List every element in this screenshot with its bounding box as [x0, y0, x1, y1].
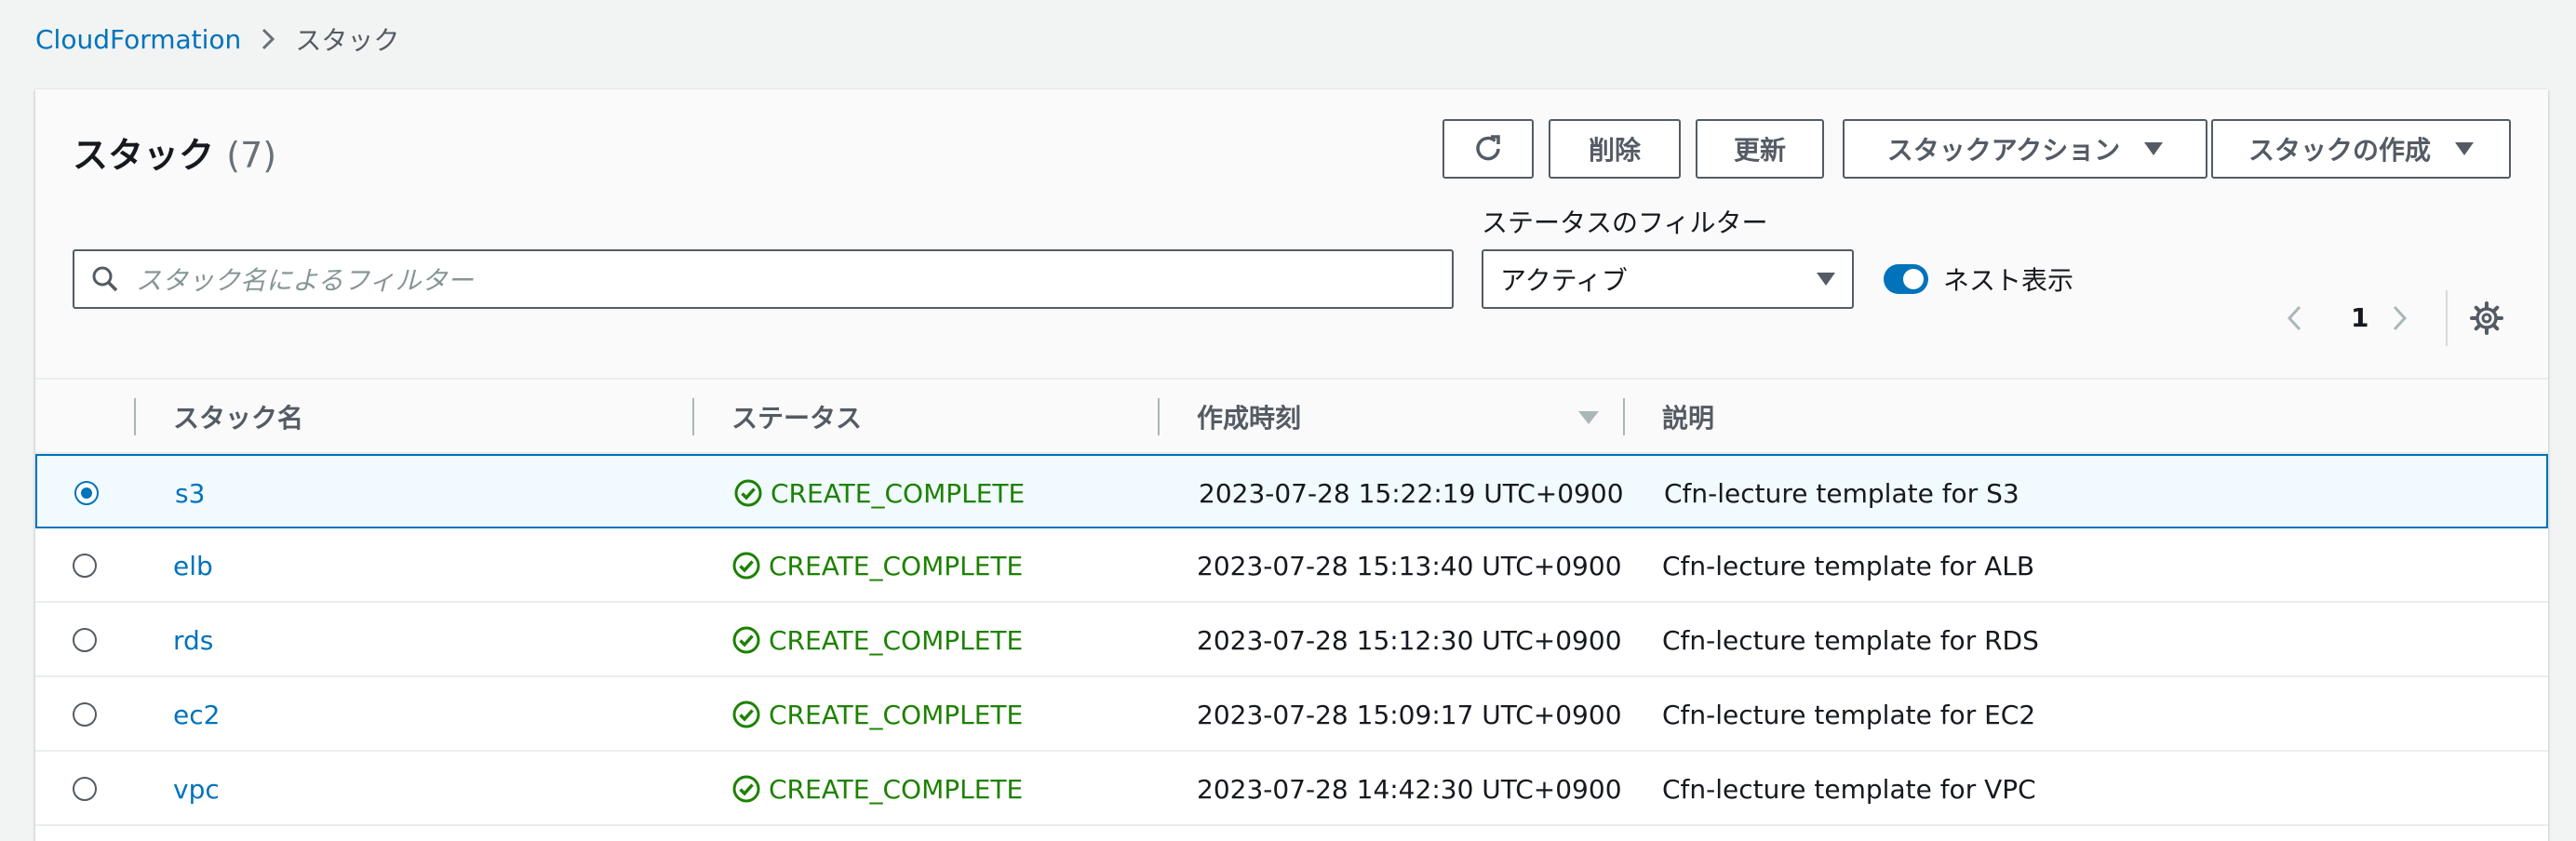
status-filter-select[interactable]: アクティブ	[1482, 249, 1854, 309]
status-success-icon	[732, 626, 760, 654]
row-radio-button[interactable]	[73, 628, 97, 652]
column-header-status[interactable]: ステータス	[731, 380, 862, 454]
stack-name-link[interactable]: ec2	[173, 677, 220, 752]
table-row[interactable]: ec2 CREATE_COMPLETE 2023-07-28 15:09:17 …	[35, 677, 2548, 752]
pagination-current-page[interactable]: 1	[2351, 300, 2368, 337]
search-placeholder: スタック名によるフィルター	[136, 265, 474, 296]
stack-description: Cfn-lecture template for S3	[1664, 477, 2019, 509]
chevron-right-icon[interactable]	[2390, 300, 2410, 340]
chevron-right-icon	[260, 26, 276, 52]
settings-icon[interactable]	[2468, 300, 2505, 340]
stack-description: Cfn-lecture template for EC2	[1662, 699, 2036, 730]
status-badge: CREATE_COMPLETE	[731, 677, 1023, 752]
status-text: CREATE_COMPLETE	[769, 550, 1024, 581]
create-stack-label: スタックの作成	[2247, 136, 2431, 165]
table-row[interactable]: vpc CREATE_COMPLETE 2023-07-28 14:42:30 …	[35, 752, 2548, 826]
stack-description: Cfn-lecture template for ALB	[1662, 550, 2035, 581]
created-time: 2023-07-28 15:22:19 UTC+0900	[1199, 477, 1624, 509]
page-title-text: スタック	[73, 135, 215, 176]
search-input[interactable]: スタック名によるフィルター	[73, 249, 1454, 309]
row-radio-button[interactable]	[73, 777, 97, 801]
sort-descending-icon[interactable]	[1578, 411, 1599, 424]
row-radio-button[interactable]	[73, 702, 97, 727]
status-success-icon	[732, 701, 760, 728]
table-header: スタック名 ステータス 作成時刻 説明	[35, 380, 2548, 454]
table-row[interactable]: elb CREATE_COMPLETE 2023-07-28 15:13:40 …	[35, 528, 2548, 603]
created-time: 2023-07-28 15:13:40 UTC+0900	[1197, 550, 1622, 581]
breadcrumb-cloudformation-link[interactable]: CloudFormation	[35, 24, 241, 55]
status-success-icon	[734, 479, 762, 507]
column-resizer[interactable]	[1623, 398, 1625, 435]
column-resizer[interactable]	[692, 398, 694, 435]
created-time: 2023-07-28 14:42:30 UTC+0900	[1197, 773, 1622, 805]
created-time: 2023-07-28 15:09:17 UTC+0900	[1197, 699, 1622, 730]
stack-name-link[interactable]: vpc	[173, 752, 220, 826]
stack-actions-label: スタックアクション	[1886, 136, 2121, 165]
column-header-stack-name[interactable]: スタック名	[173, 380, 303, 454]
caret-down-icon	[2455, 142, 2474, 155]
status-filter-value: アクティブ	[1500, 265, 1628, 296]
status-success-icon	[732, 552, 760, 580]
panel-header: スタック (7) 削除 更新 スタックアクション スタックの作成 スタック名によ…	[35, 89, 2548, 380]
row-radio-button[interactable]	[74, 481, 99, 505]
status-badge: CREATE_COMPLETE	[733, 456, 1025, 530]
row-radio-button[interactable]	[73, 554, 97, 578]
stack-count: (7)	[226, 135, 277, 176]
status-success-icon	[732, 775, 760, 803]
breadcrumb: CloudFormation スタック	[35, 20, 399, 58]
stack-name-link[interactable]: elb	[173, 528, 213, 603]
status-text: CREATE_COMPLETE	[771, 477, 1026, 509]
divider	[2446, 290, 2448, 346]
stacks-panel: スタック (7) 削除 更新 スタックアクション スタックの作成 スタック名によ…	[35, 89, 2548, 841]
caret-down-icon	[2144, 142, 2164, 155]
table-row[interactable]: s3 CREATE_COMPLETE 2023-07-28 15:22:19 U…	[35, 454, 2548, 528]
toggle-knob	[1903, 269, 1924, 289]
column-header-created-time[interactable]: 作成時刻	[1197, 380, 1301, 454]
column-divider	[134, 398, 136, 435]
nested-view-toggle[interactable]	[1884, 264, 1928, 294]
refresh-icon	[1476, 135, 1500, 161]
caret-down-icon	[1817, 273, 1835, 286]
create-stack-button[interactable]: スタックの作成	[2211, 119, 2511, 179]
status-badge: CREATE_COMPLETE	[731, 603, 1023, 677]
status-badge: CREATE_COMPLETE	[731, 752, 1023, 826]
nested-view-label: ネスト表示	[1943, 265, 2074, 296]
stack-name-link[interactable]: rds	[173, 603, 213, 677]
breadcrumb-current: スタック	[295, 25, 400, 56]
stack-description: Cfn-lecture template for RDS	[1662, 624, 2039, 656]
created-time: 2023-07-28 15:12:30 UTC+0900	[1197, 624, 1622, 656]
table-row[interactable]: rds CREATE_COMPLETE 2023-07-28 15:12:30 …	[35, 603, 2548, 677]
search-icon	[92, 266, 118, 292]
refresh-button[interactable]	[1442, 119, 1534, 179]
page-title: スタック (7)	[73, 127, 276, 178]
stack-description: Cfn-lecture template for VPC	[1662, 773, 2036, 805]
column-resizer[interactable]	[1158, 398, 1160, 435]
stack-name-link[interactable]: s3	[175, 456, 205, 530]
stack-actions-button[interactable]: スタックアクション	[1843, 119, 2207, 179]
update-button[interactable]: 更新	[1696, 119, 1824, 179]
delete-button[interactable]: 削除	[1549, 119, 1681, 179]
chevron-left-icon[interactable]	[2284, 300, 2304, 340]
status-badge: CREATE_COMPLETE	[731, 528, 1023, 603]
status-filter-label: ステータスのフィルター	[1482, 207, 1768, 238]
column-header-description[interactable]: 説明	[1662, 380, 1714, 454]
status-text: CREATE_COMPLETE	[769, 773, 1024, 805]
status-text: CREATE_COMPLETE	[769, 624, 1024, 656]
status-text: CREATE_COMPLETE	[769, 699, 1024, 730]
